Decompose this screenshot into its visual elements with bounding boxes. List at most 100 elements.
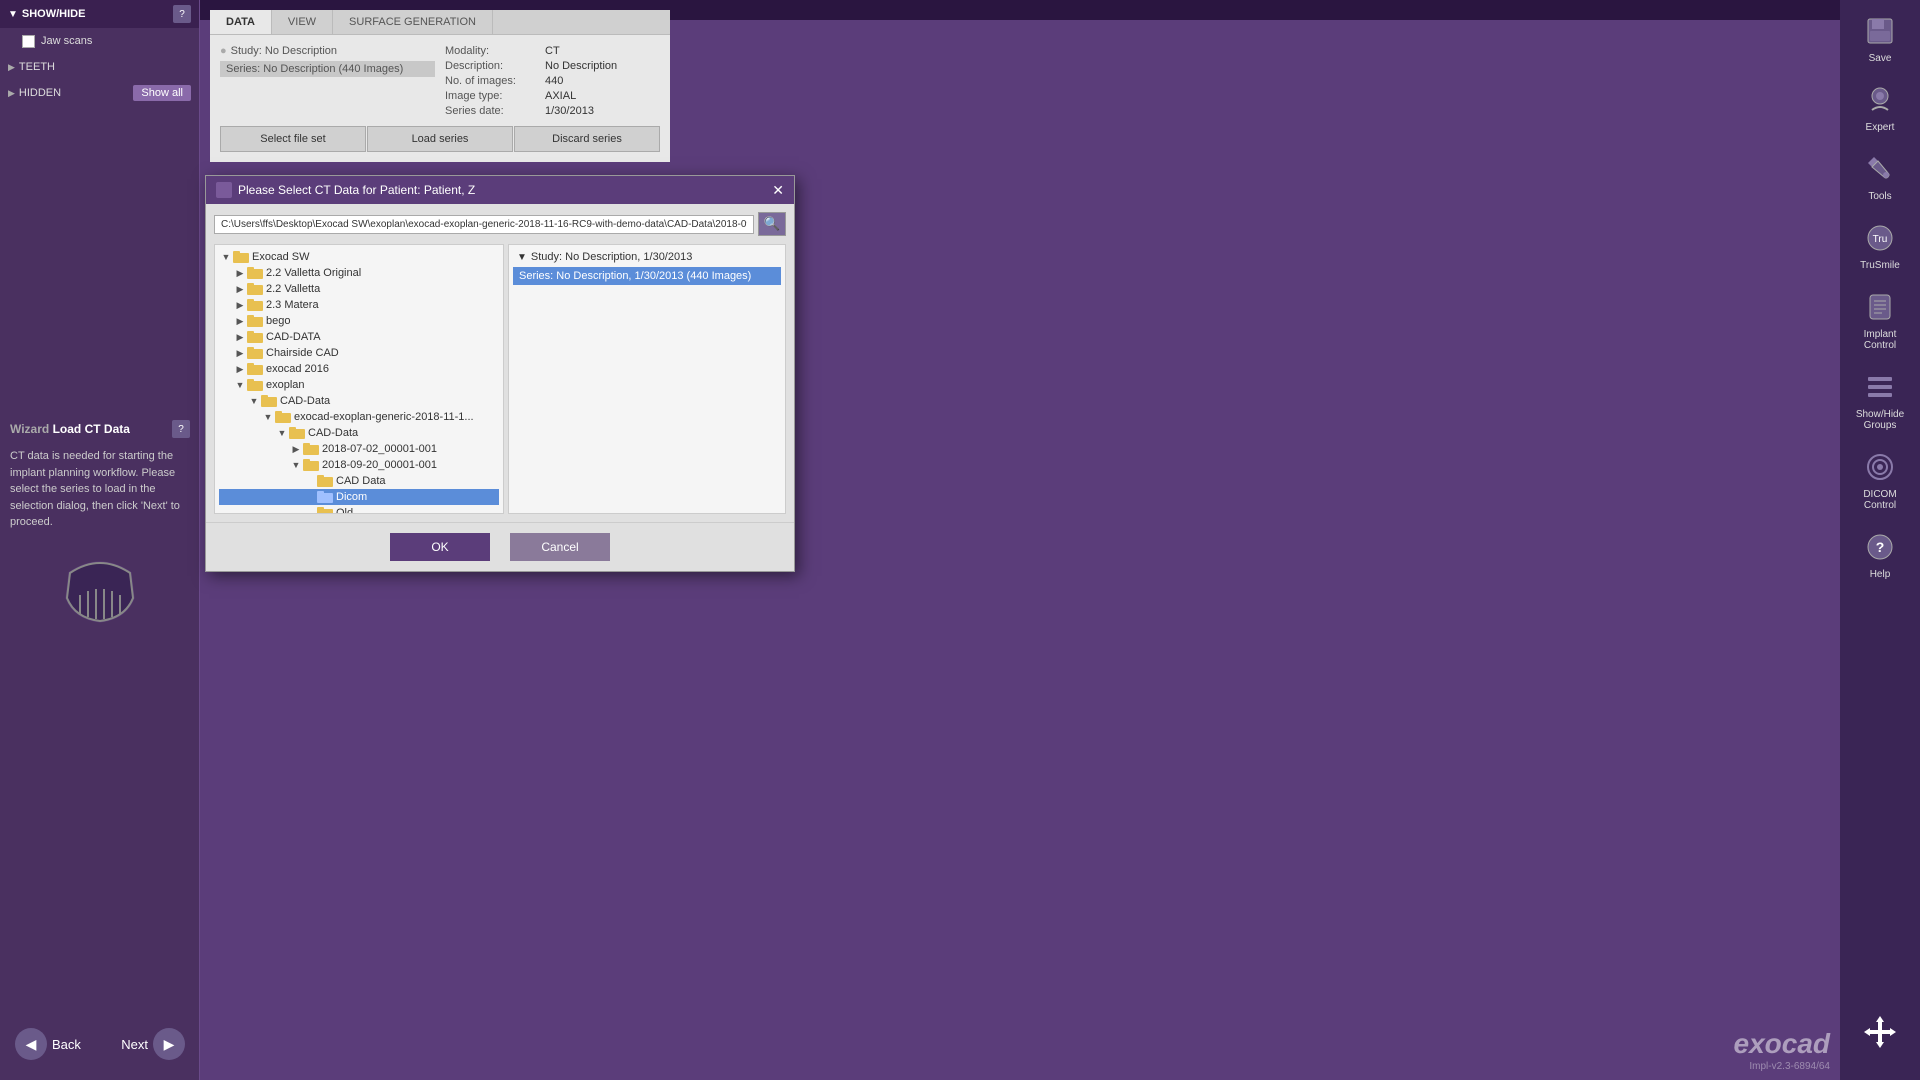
path-search-button[interactable]: 🔍 bbox=[758, 212, 786, 236]
show-hide-info-button[interactable]: ? bbox=[173, 5, 191, 23]
tree-label-bego: bego bbox=[266, 315, 290, 327]
teeth-section[interactable]: ▶ TEETH bbox=[0, 54, 199, 80]
help-icon: ? bbox=[1862, 529, 1898, 565]
tree-label-cad-data-leaf: CAD Data bbox=[336, 475, 386, 487]
tab-view[interactable]: VIEW bbox=[272, 10, 333, 34]
tree-item-exocad2016[interactable]: ▶ exocad 2016 bbox=[219, 361, 499, 377]
study-label: Study: No Description bbox=[231, 45, 337, 57]
select-file-set-button[interactable]: Select file set bbox=[220, 126, 366, 152]
tree-label-valletta-original: 2.2 Valletta Original bbox=[266, 267, 361, 279]
tree-item-2018-09[interactable]: ▼ 2018-09-20_00001-001 bbox=[219, 457, 499, 473]
wizard-header: Wizard Load CT Data ? bbox=[10, 420, 190, 438]
show-hide-header: ▼ SHOW/HIDE ? bbox=[0, 0, 199, 28]
tree-item-cad-data-sub[interactable]: ▼ CAD-Data bbox=[219, 425, 499, 441]
tab-bar: DATA VIEW SURFACE GENERATION bbox=[210, 10, 670, 35]
tree-toggle-cad-data-top: ▶ bbox=[233, 330, 247, 344]
dialog-close-button[interactable]: ✕ bbox=[772, 182, 784, 199]
tree-label-cad-data-exoplan: CAD-Data bbox=[280, 395, 330, 407]
next-button[interactable]: Next ▶ bbox=[121, 1028, 185, 1060]
jaw-scans-item[interactable]: Jaw scans bbox=[0, 28, 199, 54]
jaw-icon bbox=[55, 543, 145, 633]
tree-item-bego[interactable]: ▶ bego bbox=[219, 313, 499, 329]
show-all-button[interactable]: Show all bbox=[133, 85, 191, 101]
folder-icon-exoplan-generic bbox=[275, 411, 291, 423]
discard-series-button[interactable]: Discard series bbox=[514, 126, 660, 152]
tree-label-valletta: 2.2 Valletta bbox=[266, 283, 320, 295]
tree-toggle-cad-data-leaf bbox=[303, 474, 317, 488]
teeth-label: TEETH bbox=[19, 61, 55, 73]
series-selected-item[interactable]: Series: No Description, 1/30/2013 (440 I… bbox=[513, 267, 781, 285]
tree-item-exoplan[interactable]: ▼ exoplan bbox=[219, 377, 499, 393]
cancel-button[interactable]: Cancel bbox=[510, 533, 610, 561]
expert-button[interactable]: Expert bbox=[1845, 74, 1915, 141]
tree-item-valletta[interactable]: ▶ 2.2 Valletta bbox=[219, 281, 499, 297]
tools-button[interactable]: Tools bbox=[1845, 143, 1915, 210]
tree-toggle-matera: ▶ bbox=[233, 298, 247, 312]
series-panel[interactable]: ▼ Study: No Description, 1/30/2013 Serie… bbox=[508, 244, 786, 514]
tree-label-chairside: Chairside CAD bbox=[266, 347, 339, 359]
dialog-footer: OK Cancel bbox=[206, 522, 794, 571]
back-button[interactable]: ◀ Back bbox=[15, 1028, 81, 1060]
implant-control-icon bbox=[1862, 289, 1898, 325]
teeth-chevron-icon: ▶ bbox=[8, 62, 15, 73]
tree-toggle-exocad2016: ▶ bbox=[233, 362, 247, 376]
no-of-images-label: No. of images: bbox=[445, 75, 545, 87]
help-button[interactable]: ? Help bbox=[1845, 521, 1915, 588]
implant-control-button[interactable]: Implant Control bbox=[1845, 281, 1915, 359]
dicom-control-button[interactable]: DICOM Control bbox=[1845, 441, 1915, 519]
image-type-value: AXIAL bbox=[545, 90, 576, 102]
exocad-logo: exocad bbox=[1734, 1028, 1831, 1060]
next-circle: ▶ bbox=[153, 1028, 185, 1060]
save-button[interactable]: Save bbox=[1845, 5, 1915, 72]
tree-item-matera[interactable]: ▶ 2.3 Matera bbox=[219, 297, 499, 313]
ct-data-dialog: Please Select CT Data for Patient: Patie… bbox=[205, 175, 795, 572]
show-hide-groups-button[interactable]: Show/Hide Groups bbox=[1845, 361, 1915, 439]
tree-item-cad-data-exoplan[interactable]: ▼ CAD-Data bbox=[219, 393, 499, 409]
tree-toggle-dicom bbox=[303, 490, 317, 504]
show-hide-label: SHOW/HIDE bbox=[22, 8, 86, 20]
tree-item-cad-data-top[interactable]: ▶ CAD-DATA bbox=[219, 329, 499, 345]
tree-toggle-cad-data-sub: ▼ bbox=[275, 426, 289, 440]
svg-text:?: ? bbox=[1876, 539, 1885, 555]
right-sidebar: Save Expert Tools Tru bbox=[1840, 0, 1920, 1080]
tree-label-exoplan: exoplan bbox=[266, 379, 305, 391]
tree-item-cad-data-leaf[interactable]: CAD Data bbox=[219, 473, 499, 489]
tree-item-exoplan-generic[interactable]: ▼ exocad-exoplan-generic-2018-11-1... bbox=[219, 409, 499, 425]
tree-toggle-root: ▼ bbox=[219, 250, 233, 264]
dicom-control-icon bbox=[1862, 449, 1898, 485]
folder-icon-cad-data-top bbox=[247, 331, 263, 343]
tree-toggle-2018-07: ▶ bbox=[289, 442, 303, 456]
modality-label: Modality: bbox=[445, 45, 545, 57]
tree-label-2018-07: 2018-07-02_00001-001 bbox=[322, 443, 437, 455]
tree-label-2018-09: 2018-09-20_00001-001 bbox=[322, 459, 437, 471]
tree-item-old[interactable]: Old bbox=[219, 505, 499, 514]
wizard-title-area: Wizard Load CT Data bbox=[10, 422, 130, 436]
tree-label-matera: 2.3 Matera bbox=[266, 299, 319, 311]
trusmile-button[interactable]: Tru TruSmile bbox=[1845, 212, 1915, 279]
image-type-label: Image type: bbox=[445, 90, 545, 102]
tree-item-dicom[interactable]: Dicom bbox=[219, 489, 499, 505]
tree-item-root[interactable]: ▼ Exocad SW bbox=[219, 249, 499, 265]
next-label: Next bbox=[121, 1037, 148, 1052]
ok-button[interactable]: OK bbox=[390, 533, 490, 561]
file-tree[interactable]: ▼ Exocad SW ▶ 2.2 Valletta Original bbox=[214, 244, 504, 514]
wizard-title: Wizard bbox=[10, 422, 49, 436]
folder-icon-cad-data-exoplan bbox=[261, 395, 277, 407]
folder-icon-bego bbox=[247, 315, 263, 327]
path-input[interactable] bbox=[214, 215, 754, 234]
description-label: Description: bbox=[445, 60, 545, 72]
wizard-info-button[interactable]: ? bbox=[172, 420, 190, 438]
tools-icon bbox=[1862, 151, 1898, 187]
tree-item-chairside[interactable]: ▶ Chairside CAD bbox=[219, 345, 499, 361]
folder-icon-cad-data-leaf bbox=[317, 475, 333, 487]
hidden-chevron-icon: ▶ bbox=[8, 88, 15, 99]
tab-data[interactable]: DATA bbox=[210, 10, 272, 34]
study-item-label: Study: No Description, 1/30/2013 bbox=[531, 251, 692, 263]
jaw-scans-checkbox[interactable] bbox=[22, 35, 35, 48]
load-series-button[interactable]: Load series bbox=[367, 126, 513, 152]
tree-item-2018-07[interactable]: ▶ 2018-07-02_00001-001 bbox=[219, 441, 499, 457]
tree-item-valletta-original[interactable]: ▶ 2.2 Valletta Original bbox=[219, 265, 499, 281]
tree-toggle-2018-09: ▼ bbox=[289, 458, 303, 472]
tab-surface-generation[interactable]: SURFACE GENERATION bbox=[333, 10, 493, 34]
folder-icon-chairside bbox=[247, 347, 263, 359]
